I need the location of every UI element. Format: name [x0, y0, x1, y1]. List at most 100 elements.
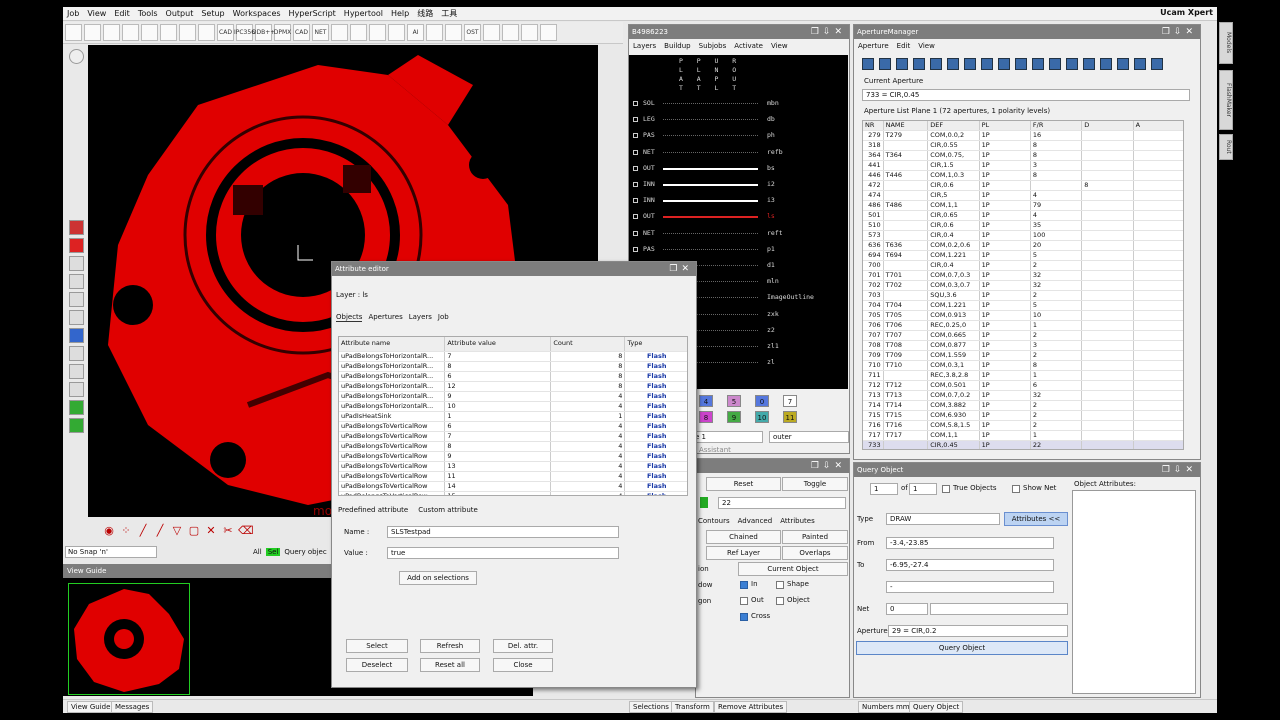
layer-row[interactable]: OUT ls — [633, 210, 843, 224]
layer-checkbox[interactable] — [633, 230, 638, 236]
cross-checkbox[interactable] — [740, 613, 748, 621]
aperture-menu-item[interactable]: Aperture — [858, 42, 889, 50]
table-row[interactable]: 712 T712 COM,0.501 1P 6 — [863, 380, 1183, 392]
delete-attribute-button[interactable]: Del. attr. — [493, 639, 553, 653]
layer-checkbox[interactable] — [633, 198, 638, 204]
layers-menu-item[interactable]: Subjobs — [699, 42, 727, 50]
menu-item[interactable]: Job — [63, 7, 83, 21]
object-attributes-box[interactable] — [1072, 490, 1196, 694]
current-object-button[interactable]: Current Object — [738, 562, 848, 576]
reset-button[interactable]: Reset — [706, 477, 781, 491]
toolbar-button-icon[interactable]: OST — [464, 24, 481, 41]
table-row[interactable]: uPadBelongsToHorizontalR... 7 8 Flash — [339, 351, 687, 362]
attributes-toggle-button[interactable]: Attributes << — [1004, 512, 1068, 526]
column-header[interactable]: PL — [979, 121, 1031, 132]
power-icon[interactable] — [68, 49, 84, 64]
layer-number-chip[interactable]: 0 — [755, 395, 769, 407]
box-tool-icon[interactable] — [68, 364, 84, 379]
target-icon[interactable]: ◉ — [102, 524, 116, 538]
ref-layer-button[interactable]: Ref Layer — [706, 546, 781, 560]
table-row[interactable]: 701 T701 COM,0.7,0.3 1P 32 — [863, 270, 1183, 282]
select-num-field[interactable]: 22 — [718, 497, 846, 509]
table-row[interactable]: 709 T709 COM,1.559 1P 2 — [863, 350, 1183, 362]
menu-item[interactable]: Edit — [110, 7, 134, 21]
menu-item[interactable]: HyperScript — [285, 7, 340, 21]
select-tab[interactable]: Attributes — [780, 517, 815, 525]
attribute-subtab[interactable]: Predefined attribute — [338, 506, 408, 514]
table-row[interactable]: uPadBelongsToVerticalRow 6 4 Flash — [339, 421, 687, 432]
chained-button[interactable]: Chained — [706, 530, 781, 544]
layer-number-chip[interactable]: 9 — [727, 411, 741, 423]
dialog-controls-icon[interactable]: ❐✕ — [669, 262, 693, 276]
table-row[interactable]: 707 T707 COM,0.665 1P 2 — [863, 330, 1183, 342]
layers-menu-item[interactable]: View — [771, 42, 788, 50]
query-index-field[interactable]: 1 — [870, 483, 898, 495]
status-tab[interactable]: Remove Attributes — [714, 701, 788, 713]
table-row[interactable]: 703 SQU,3.6 1P 2 — [863, 290, 1183, 302]
table-row[interactable]: uPadBelongsToHorizontalR... 9 4 Flash — [339, 391, 687, 402]
close-button[interactable]: Close — [493, 658, 553, 672]
shape-checkbox[interactable] — [776, 581, 784, 589]
pad-tool-icon[interactable] — [68, 310, 84, 325]
toolbar-button-icon[interactable] — [483, 24, 500, 41]
aperture-tool-icon[interactable] — [1049, 58, 1061, 70]
table-row[interactable]: 279 T279 COM,0.0,2 1P 16 — [863, 130, 1183, 142]
toolbar-button-icon[interactable]: CAD — [293, 24, 310, 41]
reset-all-button[interactable]: Reset all — [420, 658, 480, 672]
toolbar-button-icon[interactable] — [122, 24, 139, 41]
snap-sel[interactable]: Sel — [265, 548, 281, 556]
layer-row[interactable]: INN i2 — [633, 178, 843, 192]
dash-field[interactable]: - — [886, 581, 1054, 593]
aperture-tool-icon[interactable] — [998, 58, 1010, 70]
panel-controls-icon[interactable]: ❐⇩✕ — [1162, 25, 1197, 39]
aperture-tool-icon[interactable] — [896, 58, 908, 70]
from-field[interactable]: -3.4,-23.85 — [886, 537, 1054, 549]
aperture-tool-icon[interactable] — [1083, 58, 1095, 70]
toolbar-button-icon[interactable] — [502, 24, 519, 41]
menu-item[interactable]: Help — [387, 7, 413, 21]
layers-menu-item[interactable]: Layers — [633, 42, 656, 50]
column-header[interactable]: NR — [863, 121, 884, 132]
aperture-field[interactable]: 29 = CIR,0.2 — [888, 625, 1068, 637]
table-row[interactable]: uPadBelongsToHorizontalR... 12 8 Flash — [339, 381, 687, 392]
attribute-tab[interactable]: Job — [438, 313, 449, 322]
table-row[interactable]: 708 T708 COM,0.877 1P 3 — [863, 340, 1183, 352]
table-row[interactable]: uPadBelongsToVerticalRow 7 4 Flash — [339, 431, 687, 442]
snap-all[interactable]: All — [253, 548, 262, 556]
layer-checkbox[interactable] — [633, 149, 638, 155]
menu-item[interactable]: 线路 — [413, 7, 437, 21]
menu-item[interactable]: View — [83, 7, 110, 21]
status-tab[interactable]: Numbers mm — [858, 701, 914, 713]
layer-checkbox[interactable] — [633, 117, 638, 123]
erase-tool-icon[interactable]: ⌫ — [238, 524, 254, 538]
toolbar-button-icon[interactable] — [160, 24, 177, 41]
aperture-tool-icon[interactable] — [879, 58, 891, 70]
toolbar-button-icon[interactable] — [445, 24, 462, 41]
layer-row[interactable]: INN i3 — [633, 194, 843, 208]
net-tool-icon[interactable] — [68, 328, 84, 343]
table-row[interactable]: 636 T636 COM,0.2,0.6 1P 20 — [863, 240, 1183, 252]
line-tool-icon[interactable]: ╱ — [136, 524, 150, 538]
layer-row[interactable]: SOL mbn — [633, 97, 843, 111]
table-row[interactable]: uPadBelongsToVerticalRow 9 4 Flash — [339, 451, 687, 462]
refresh-button[interactable]: Refresh — [420, 639, 480, 653]
toolbar-button-icon[interactable] — [540, 24, 557, 41]
table-row[interactable]: 714 T714 COM,3.882 1P 2 — [863, 400, 1183, 412]
layer-checkbox[interactable] — [633, 101, 638, 106]
table-row[interactable]: 717 T717 COM,1,1 1P 1 — [863, 430, 1183, 442]
aperture-tool-icon[interactable] — [930, 58, 942, 70]
object-checkbox[interactable] — [776, 597, 784, 605]
status-tab[interactable]: Selections — [629, 701, 673, 713]
menu-item[interactable]: Hypertool — [340, 7, 387, 21]
layer-field-right[interactable]: outer — [769, 431, 849, 443]
toolbar-button-icon[interactable]: ODB++ — [252, 24, 275, 41]
layer-checkbox[interactable] — [633, 182, 638, 187]
multi-target-icon[interactable]: ⁘ — [119, 524, 133, 538]
layer-row[interactable]: PAS p1 — [633, 243, 843, 257]
aperture-tool-icon[interactable] — [1015, 58, 1027, 70]
layer-number-chip[interactable]: 7 — [783, 395, 797, 407]
measure-tool-icon[interactable] — [68, 382, 84, 397]
table-row[interactable]: 364 T364 COM,0.75, 1P 8 — [863, 150, 1183, 162]
side-tab-flashmaker[interactable]: FlashMaker — [1219, 70, 1233, 130]
toolbar-button-icon[interactable]: NET — [312, 24, 329, 41]
